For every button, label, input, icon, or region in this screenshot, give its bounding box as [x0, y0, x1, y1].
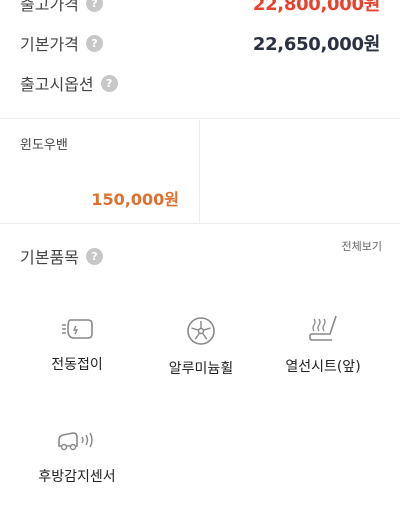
base-price-label-text: 기본가격	[20, 35, 79, 54]
help-icon[interactable]: ?	[85, 34, 103, 52]
basic-items-title: 기본품목 ?	[20, 244, 103, 268]
basic-item-label: 알루미늄휠	[168, 361, 234, 377]
basic-item-rear-sensor[interactable]: 후방감지센서	[12, 428, 142, 486]
help-icon[interactable]: ?	[85, 247, 103, 265]
option-cell-empty	[200, 120, 400, 223]
release-price-label-text: 출고가격	[20, 0, 79, 14]
heated-seat-icon	[309, 315, 337, 341]
basic-item-label: 열선시트(앞)	[285, 359, 361, 375]
divider	[0, 118, 400, 119]
basic-item-alloy-wheel[interactable]: 알루미늄휠	[136, 316, 266, 378]
basic-item-power-folding[interactable]: 전동접이	[12, 316, 142, 374]
option-cell[interactable]: 윈도우밴 150,000원	[0, 120, 200, 223]
release-price-value: 22,800,000원	[252, 0, 380, 15]
basic-items-title-text: 기본품목	[20, 248, 79, 267]
option-grid: 윈도우밴 150,000원	[0, 120, 400, 223]
basic-item-heated-seat[interactable]: 열선시트(앞)	[258, 314, 388, 376]
power-folding-mirror-icon	[62, 319, 93, 339]
base-price-label: 기본가격 ?	[20, 31, 103, 55]
release-option-label: 출고시옵션 ?	[20, 71, 118, 95]
divider	[0, 223, 400, 224]
help-icon[interactable]: ?	[85, 0, 103, 12]
option-name: 윈도우밴	[20, 138, 68, 153]
release-price-label: 출고가격 ?	[20, 0, 103, 15]
release-option-label-text: 출고시옵션	[20, 75, 94, 94]
basic-item-label: 전동접이	[51, 357, 103, 373]
release-option-row: 출고시옵션 ?	[20, 68, 380, 98]
help-icon[interactable]: ?	[100, 74, 118, 92]
alloy-wheel-icon	[187, 317, 215, 345]
release-price-row: 출고가격 ? 22,800,000원	[20, 0, 380, 18]
base-price-value: 22,650,000원	[252, 34, 380, 55]
base-price-row: 기본가격 ? 22,650,000원	[20, 28, 380, 58]
see-all-link[interactable]: 전체보기	[342, 238, 382, 254]
basic-item-label: 후방감지센서	[38, 469, 116, 485]
rear-sensor-icon	[58, 432, 93, 451]
option-price: 150,000원	[91, 190, 179, 209]
